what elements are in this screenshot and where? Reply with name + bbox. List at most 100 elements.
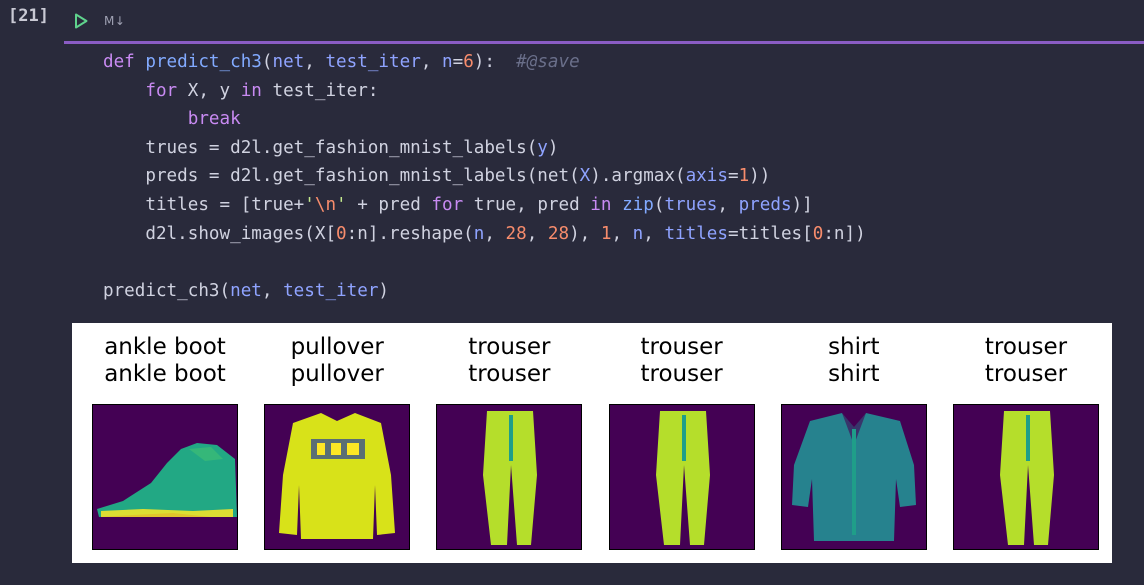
code-token: test_iter:: [261, 80, 379, 101]
code-token: titles = [true+: [103, 194, 305, 215]
true-label: trouser: [468, 334, 551, 360]
code-token: ,: [420, 52, 442, 72]
image-panel: ankle boot ankle boot: [92, 334, 238, 550]
code-token: :n].reshape(: [346, 223, 474, 244]
code-token: (: [261, 52, 273, 72]
markdown-toggle-button[interactable]: M↓: [104, 14, 125, 28]
code-token: 0: [812, 223, 824, 244]
code-token: =: [452, 52, 464, 72]
code-token: #@save: [516, 52, 580, 72]
code-line: break: [103, 105, 866, 134]
predicted-label: shirt: [828, 361, 880, 387]
code-token: d2l.show_images(X[: [103, 223, 337, 244]
code-token: ,: [717, 194, 739, 215]
image-panel: shirt shirt: [780, 334, 927, 550]
code-token: ,: [304, 52, 326, 72]
code-token: :n]): [823, 223, 866, 244]
code-line: predict_ch3(net, test_iter): [103, 277, 866, 306]
code-token: test_iter: [325, 52, 421, 72]
code-token: ): [547, 137, 559, 158]
code-token: ,: [611, 223, 633, 244]
trouser-image: [436, 404, 583, 550]
code-token: ),: [569, 223, 601, 244]
code-token: titles: [664, 223, 728, 244]
trouser-image: [608, 404, 755, 550]
code-token: n: [442, 52, 453, 72]
predicted-label: trouser: [640, 361, 723, 387]
pullover-image: [264, 404, 411, 550]
code-token: + pred: [346, 194, 432, 215]
code-line: trues = d2l.get_fashion_mnist_labels(y): [103, 134, 866, 163]
code-token: ,: [261, 280, 284, 301]
code-line: d2l.show_images(X[ 0 :n].reshape(n, 28, 28…: [103, 220, 866, 249]
true-label: trouser: [640, 334, 723, 360]
code-token: ): [378, 280, 390, 301]
code-line: preds = d2l.get_fashion_mnist_labels(net…: [103, 162, 866, 191]
code-line: titles = [true+'\n' + pred for true, pre…: [103, 191, 866, 220]
code-token: 6: [463, 52, 474, 72]
true-label: pullover: [290, 334, 384, 360]
code-token: X, y: [177, 80, 241, 101]
code-token: in: [590, 194, 612, 215]
code-token: true, pred: [463, 194, 591, 215]
code-token: net: [272, 52, 305, 72]
code-token: 28: [505, 223, 527, 244]
code-token: =titles[: [728, 223, 813, 244]
run-cell-button[interactable]: [72, 12, 90, 30]
predicted-label: trouser: [984, 361, 1068, 387]
code-token: ,: [643, 223, 665, 244]
code-token: preds: [738, 194, 792, 215]
trouser-image-svg: [655, 411, 710, 545]
predicted-label: ankle boot: [104, 361, 226, 387]
code-line: def predict_ch3(net, test_iter, n=6): #@…: [103, 48, 866, 77]
code-token: (: [653, 194, 665, 215]
code-token: \n: [314, 194, 337, 215]
code-token: predict_ch3: [145, 52, 262, 72]
ankle-boot-image-svg: [97, 443, 237, 517]
code-token: zip: [622, 194, 654, 215]
code-token: X: [579, 166, 591, 187]
code-token: trues: [664, 194, 718, 215]
cell-execution-count: [21]: [8, 6, 49, 26]
code-token: net: [230, 280, 262, 301]
active-cell-divider: [64, 41, 1144, 44]
image-panel: pullover pullover: [264, 334, 411, 550]
code-token: predict_ch3(: [103, 280, 231, 301]
pullover-image-svg: [279, 413, 396, 539]
code-token: ,: [526, 223, 548, 244]
trouser-image: [953, 404, 1099, 550]
code-token: in: [240, 80, 262, 101]
predicted-label: pullover: [290, 361, 384, 387]
code-token: ': [336, 194, 347, 215]
code-editor[interactable]: def predict_ch3(net, test_iter, n=6): #@…: [103, 48, 866, 305]
code-token: 28: [547, 223, 570, 244]
trouser-image-svg: [1000, 411, 1054, 545]
code-token: for: [431, 194, 464, 215]
predicted-label: trouser: [468, 361, 551, 387]
shirt-image-svg: [791, 413, 916, 541]
cell-toolbar: M↓: [72, 10, 125, 32]
code-token: ):: [473, 52, 517, 72]
shirt-image: [780, 404, 927, 550]
code-token: test_iter: [283, 280, 379, 301]
true-label: ankle boot: [104, 334, 226, 360]
code-token: )]: [791, 194, 813, 215]
code-token: ,: [484, 223, 506, 244]
code-token: for: [145, 80, 178, 101]
code-line: for X, y in test_iter:: [103, 77, 866, 106]
true-label: trouser: [984, 334, 1068, 360]
code-token: preds = d2l.get_fashion_mnist_labels(net…: [103, 166, 580, 187]
code-token: =: [727, 166, 739, 187]
code-token: )): [749, 166, 771, 187]
code-token: n: [473, 223, 485, 244]
code-token: 1: [600, 223, 612, 244]
cell-output: ankle boot ankle boot pullover pullover tr…: [72, 323, 1112, 563]
code-token: trues = d2l.get_fashion_mnist_labels(: [103, 137, 538, 158]
code-token: axis: [685, 166, 728, 187]
code-token: y: [537, 137, 548, 158]
code-token: def: [103, 52, 146, 72]
